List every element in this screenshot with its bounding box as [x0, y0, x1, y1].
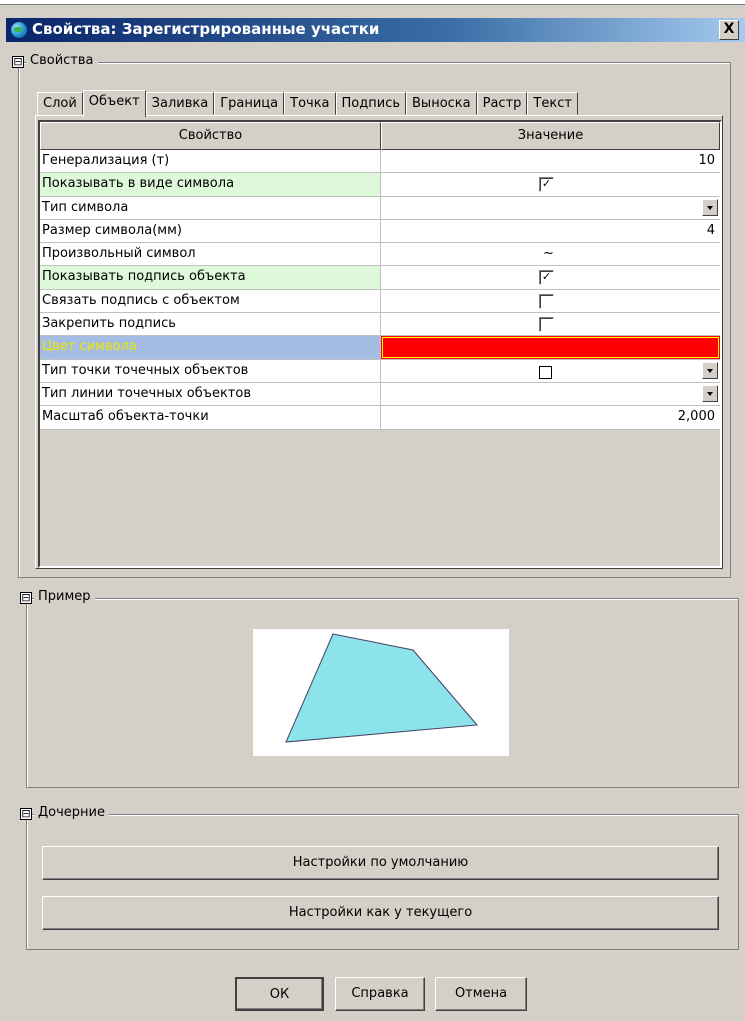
tab-point[interactable]: Точка [284, 92, 336, 115]
row-name: Связать подпись с объектом [40, 289, 381, 313]
generalization-value[interactable]: 10 [381, 150, 720, 172]
current-settings-button[interactable]: Настройки как у текущего [42, 896, 719, 930]
collapse-example-icon[interactable]: ⊟ [20, 592, 32, 604]
window-title: Свойства: Зарегистрированные участки [32, 20, 380, 38]
example-group-label: Пример [34, 589, 95, 604]
row-name: Масштаб объекта-точки [40, 406, 381, 429]
symbol-color-swatch[interactable] [381, 336, 720, 359]
collapse-properties-icon[interactable]: ⊟ [12, 56, 24, 68]
children-group-label: Дочерние [34, 805, 109, 820]
show-label-checkbox[interactable]: ✓ [539, 270, 554, 286]
row-pin-label[interactable]: Закрепить подпись [40, 313, 720, 337]
tab-object[interactable]: Объект [82, 90, 146, 117]
row-symbol-color[interactable]: Цвет символа [40, 336, 720, 360]
help-button[interactable]: Справка [335, 977, 425, 1011]
column-header-property[interactable]: Свойство [40, 122, 381, 150]
show-as-symbol-checkbox[interactable]: ✓ [539, 177, 554, 193]
point-scale-value[interactable]: 2,000 [381, 406, 720, 428]
collapse-children-icon[interactable]: ⊟ [20, 808, 32, 820]
grid-header: Свойство Значение [40, 122, 720, 150]
sample-polygon [285, 633, 479, 743]
row-symbol-size[interactable]: Размер символа(мм) 4 [40, 219, 720, 244]
tab-text[interactable]: Текст [527, 92, 578, 115]
square-point-icon [539, 365, 552, 379]
row-name: Произвольный символ [40, 243, 381, 266]
row-point-line-type[interactable]: Тип линии точечных объектов [40, 382, 720, 407]
top-edge [0, 0, 745, 5]
row-name: Тип линии точечных объектов [40, 382, 381, 406]
row-name: Цвет символа [40, 336, 381, 359]
row-name: Закрепить подпись [40, 313, 381, 336]
row-show-label[interactable]: Показывать подпись объекта ✓ [40, 266, 720, 290]
column-header-value[interactable]: Значение [381, 122, 720, 150]
row-symbol-type[interactable]: Тип символа [40, 196, 720, 220]
tab-fill[interactable]: Заливка [145, 92, 215, 115]
row-name: Размер символа(мм) [40, 219, 381, 243]
pin-label-checkbox[interactable] [539, 317, 554, 333]
tab-label[interactable]: Подпись [335, 92, 407, 115]
default-settings-button[interactable]: Настройки по умолчанию [42, 846, 719, 880]
symbol-size-value[interactable]: 4 [381, 220, 720, 242]
title-bar[interactable]: Свойства: Зарегистрированные участки X [6, 18, 745, 42]
row-name: Тип символа [40, 196, 381, 219]
point-type-dropdown[interactable] [702, 361, 718, 379]
tab-layer[interactable]: Слой [37, 92, 83, 115]
tab-strip: Слой Объект Заливка Граница Точка Подпис… [37, 90, 578, 117]
property-grid: Свойство Значение Генерализация (т) 10 П… [38, 120, 722, 568]
cancel-button[interactable]: Отмена [435, 977, 527, 1011]
row-show-as-symbol[interactable]: Показывать в виде символа ✓ [40, 173, 720, 197]
symbol-type-dropdown[interactable] [702, 198, 718, 216]
row-custom-symbol[interactable]: Произвольный символ ~ [40, 243, 720, 267]
row-generalization[interactable]: Генерализация (т) 10 [40, 150, 720, 174]
tab-border[interactable]: Граница [214, 92, 285, 115]
row-name: Генерализация (т) [40, 150, 381, 173]
close-button[interactable]: X [719, 20, 739, 40]
point-line-type-dropdown[interactable] [702, 384, 718, 402]
globe-icon [11, 22, 27, 38]
row-point-type[interactable]: Тип точки точечных объектов [40, 359, 720, 383]
custom-symbol-value[interactable]: ~ [543, 243, 554, 265]
row-name: Показывать подпись объекта [40, 266, 381, 289]
properties-group-label: Свойства [26, 53, 98, 68]
polygon-preview [285, 633, 479, 743]
row-point-scale[interactable]: Масштаб объекта-точки 2,000 [40, 406, 720, 430]
tab-raster[interactable]: Растр [476, 92, 528, 115]
ok-button[interactable]: ОК [235, 977, 324, 1011]
tab-callout[interactable]: Выноска [406, 92, 477, 115]
link-label-checkbox[interactable] [539, 293, 554, 309]
row-name: Тип точки точечных объектов [40, 359, 381, 382]
row-link-label[interactable]: Связать подпись с объектом [40, 289, 720, 314]
example-preview [253, 629, 509, 756]
row-name: Показывать в виде символа [40, 173, 381, 196]
